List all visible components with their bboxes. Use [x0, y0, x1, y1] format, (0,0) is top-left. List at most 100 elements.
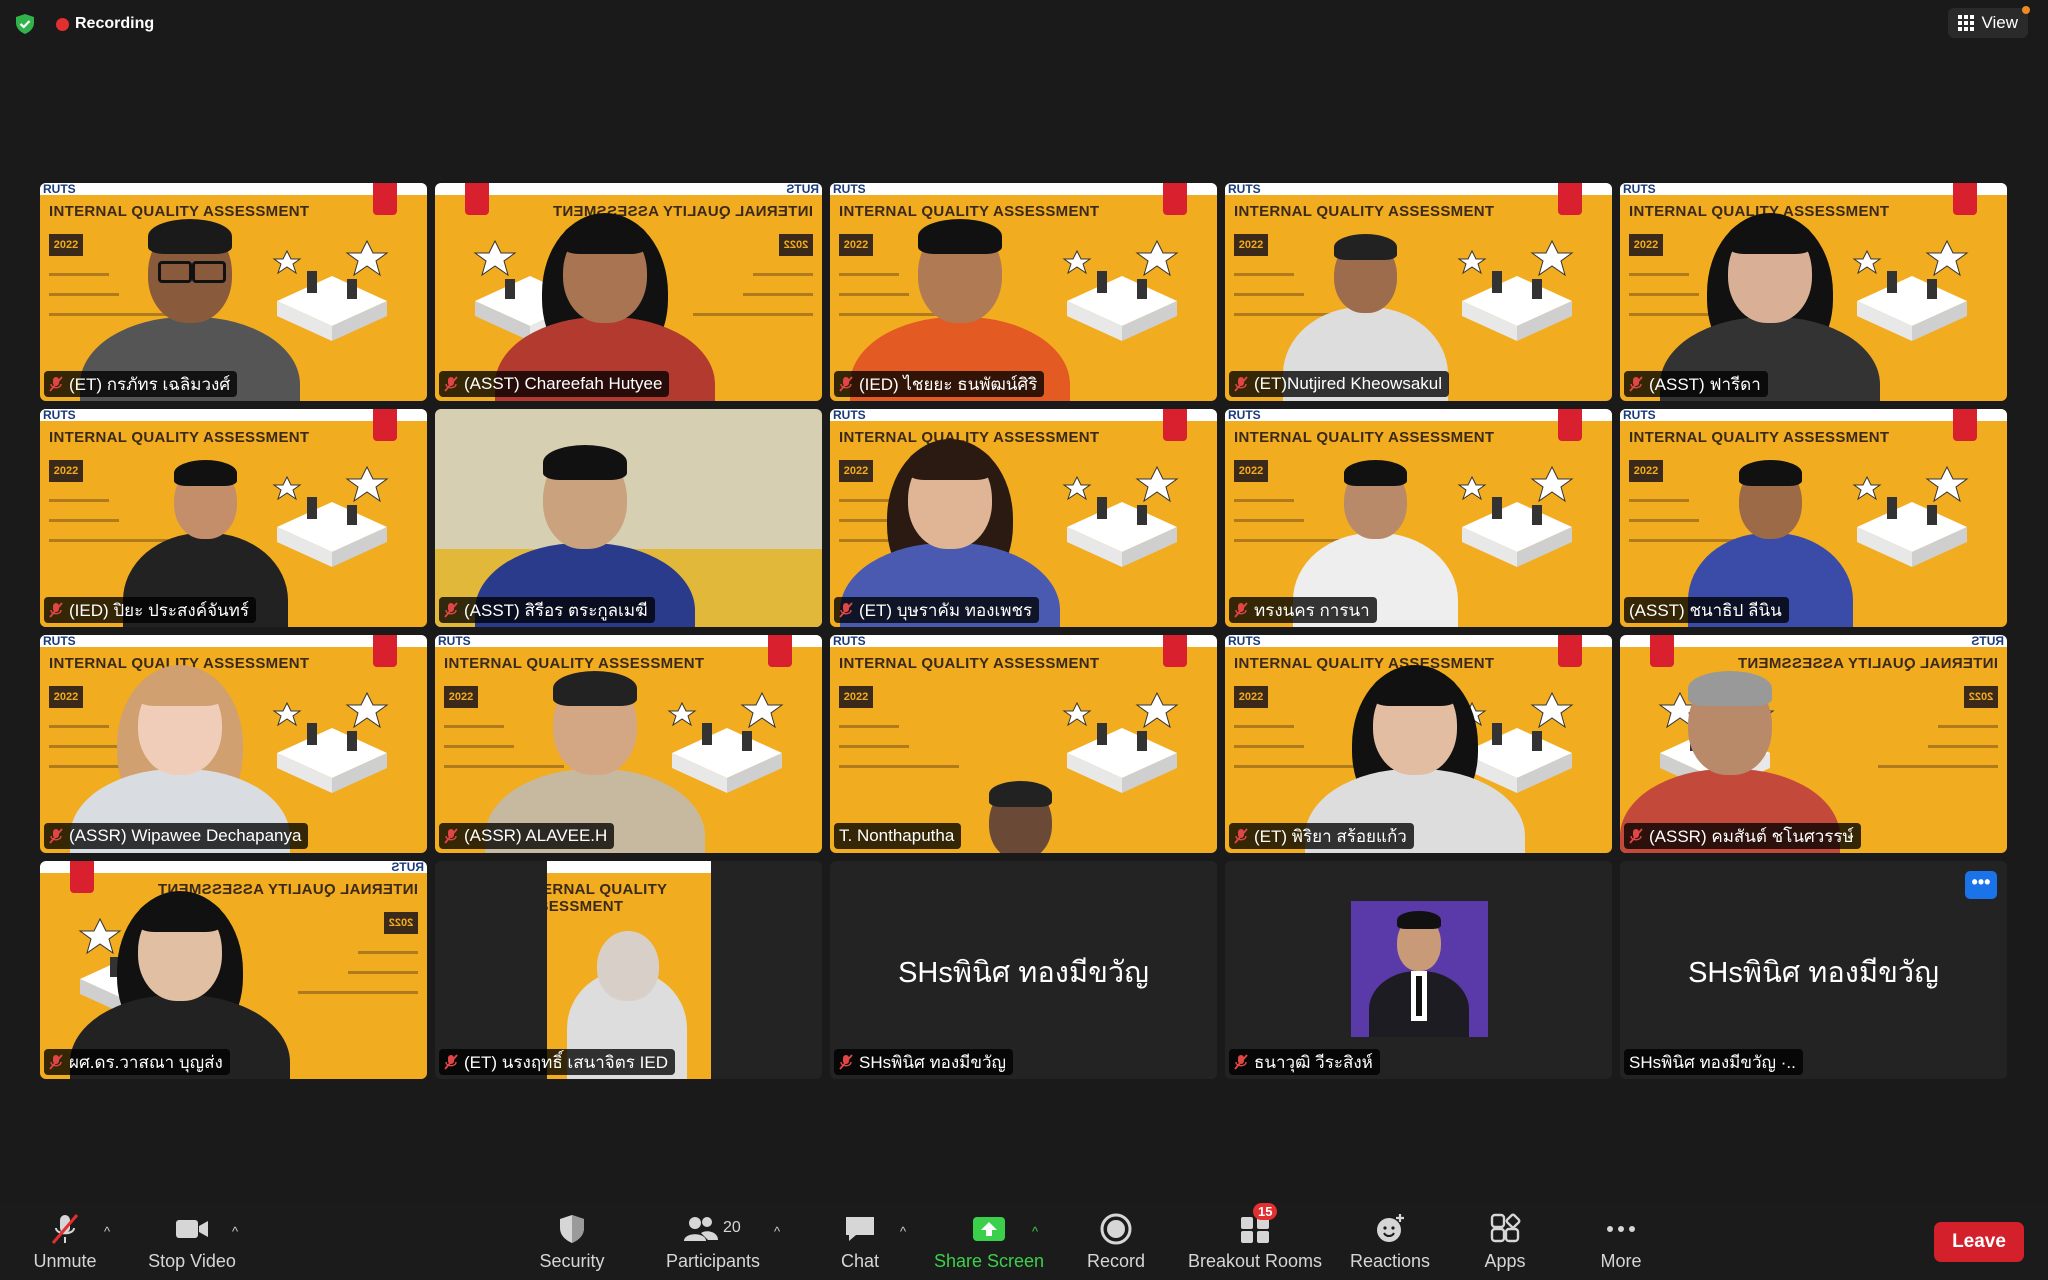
slide-year: 2022: [444, 686, 478, 708]
muted-microphone-icon: [51, 1214, 79, 1244]
recording-indicator[interactable]: Recording: [56, 13, 154, 35]
share-screen-label: Share Screen: [933, 1251, 1045, 1271]
slide-title: INTERNAL QUALITY ASSESSMENT: [1234, 203, 1495, 220]
participant-name: (ET) นรงฤทธิ์ เสนาจิตร IED: [464, 1052, 668, 1072]
muted-microphone-icon: [1234, 1054, 1248, 1070]
view-label: View: [1981, 13, 2018, 32]
slide-title: INTERNAL QUALITY ASSESSMENT: [1629, 429, 1890, 446]
participants-button[interactable]: 20 Participants: [660, 1204, 766, 1280]
participant-name: T. Nonthaputha: [839, 826, 955, 845]
slide-year: 2022: [1964, 686, 1998, 708]
participant-tile[interactable]: RUTS INTERNAL QUALITY ASSESSMENT 2022 (IED)…: [830, 183, 1217, 401]
muted-microphone-icon: [839, 1054, 853, 1070]
record-button[interactable]: Record: [1082, 1204, 1150, 1280]
participant-tile[interactable]: RUTS INTERNAL QUALITY ASSESSMENT 2022 T. No…: [830, 635, 1217, 853]
muted-microphone-icon: [49, 376, 63, 392]
participant-tile[interactable]: SHsพินิศ ทองมีขวัญ SHsพินิศ ทองมีขวัญ: [830, 861, 1217, 1079]
unmute-button[interactable]: Unmute: [22, 1204, 108, 1280]
participant-name-label: (ASST) ฟารีดา: [1624, 371, 1768, 397]
slide-brand: RUTS: [1971, 635, 2004, 648]
slide-year: 2022: [1234, 234, 1268, 256]
slide-title: INTERNAL QUALITY ASSESSMENT: [839, 203, 1100, 220]
participant-tile[interactable]: RUTS INTERNAL QUALITY ASSESSMENT 2022 ทรงนค…: [1225, 409, 1612, 627]
more-dots-icon: [1607, 1226, 1635, 1232]
muted-microphone-icon: [49, 1054, 63, 1070]
security-shield-icon[interactable]: [14, 13, 36, 35]
participant-tile[interactable]: RUTS INTERNAL QUALITY ASSESSMENT 2022 (IED)…: [40, 409, 427, 627]
security-label: Security: [539, 1251, 605, 1271]
participant-name: (IED) ปิยะ ประสงค์จันทร์: [69, 600, 250, 620]
muted-microphone-icon: [49, 602, 63, 618]
share-screen-button[interactable]: Share Screen: [932, 1204, 1046, 1280]
view-button[interactable]: View: [1948, 6, 2030, 38]
more-button[interactable]: More: [1594, 1204, 1648, 1280]
breakout-rooms-label: Breakout Rooms: [1187, 1251, 1323, 1271]
participant-name-label: (ET) พิริยา สร้อยแก้ว: [1229, 823, 1414, 849]
reactions-button[interactable]: Reactions: [1346, 1204, 1434, 1280]
chat-options-chevron-icon[interactable]: ^: [900, 1224, 910, 1239]
muted-microphone-icon: [444, 1054, 458, 1070]
participants-icon: [684, 1217, 718, 1241]
participant-tile[interactable]: RUTS INTERNAL QUALITY ASSESSMENT 2022 (ASSR…: [435, 635, 822, 853]
security-button[interactable]: Security: [532, 1204, 612, 1280]
leave-button[interactable]: Leave: [1934, 1222, 2024, 1262]
participant-tile[interactable]: RUTS INTERNAL QUALITY ASSESSMENT 2022 ผศ.ดร…: [40, 861, 427, 1079]
participant-name: (ET) กรภัทร เฉลิมวงศ์: [69, 374, 231, 394]
more-options-button[interactable]: •••: [1965, 871, 1997, 899]
participant-tile[interactable]: RUTS INTERNAL QUALITY ASSESSMENT 2022 (ET) …: [1225, 635, 1612, 853]
stop-video-button[interactable]: Stop Video: [140, 1204, 244, 1280]
video-options-chevron-icon[interactable]: ^: [232, 1224, 242, 1239]
slide-brand: RUTS: [833, 635, 866, 648]
slide-title: INTERNAL QUALITY ASSESSMENT: [49, 203, 310, 220]
slide-year: 2022: [1234, 460, 1268, 482]
slide-brand: RUTS: [1228, 635, 1261, 648]
muted-microphone-icon: [1234, 828, 1248, 844]
apps-button[interactable]: Apps: [1476, 1204, 1534, 1280]
slide-year: 2022: [1629, 234, 1663, 256]
partial-video: INTERNAL QUALITY ASSESSMENT: [547, 861, 711, 1079]
participant-tile[interactable]: INTERNAL QUALITY ASSESSMENT (ET) นรงฤทธิ์…: [435, 861, 822, 1079]
participant-name: (ASST) ฟารีดา: [1649, 374, 1761, 394]
participant-tile[interactable]: ธนาวุฒิ วีระสิงห์: [1225, 861, 1612, 1079]
participants-count: 20: [723, 1219, 741, 1236]
chat-button[interactable]: Chat: [830, 1204, 890, 1280]
isometric-illustration: [1062, 465, 1179, 567]
slide-year: 2022: [1234, 686, 1268, 708]
participant-tile[interactable]: RUTS INTERNAL QUALITY ASSESSMENT 2022 (ASST…: [1620, 183, 2007, 401]
muted-microphone-icon: [1629, 376, 1643, 392]
participant-tile[interactable]: RUTS INTERNAL QUALITY ASSESSMENT 2022 (ASST…: [1620, 409, 2007, 627]
slide-brand: RUTS: [438, 635, 471, 648]
slide-brand: RUTS: [1228, 409, 1261, 422]
participant-tile[interactable]: RUTS INTERNAL QUALITY ASSESSMENT 2022 (ASSR…: [1620, 635, 2007, 853]
slide-brand: RUTS: [1228, 183, 1261, 196]
share-options-chevron-icon[interactable]: ^: [1032, 1224, 1042, 1239]
participant-name: (ET) พิริยา สร้อยแก้ว: [1254, 826, 1407, 846]
participant-name: ธนาวุฒิ วีระสิงห์: [1254, 1052, 1373, 1072]
participant-tile[interactable]: RUTS INTERNAL QUALITY ASSESSMENT 2022 (ET) …: [40, 183, 427, 401]
slide-brand: RUTS: [833, 409, 866, 422]
isometric-illustration: [1852, 465, 1969, 567]
breakout-rooms-badge: 15: [1253, 1203, 1278, 1220]
muted-microphone-icon: [444, 376, 458, 392]
participant-tile[interactable]: RUTS INTERNAL QUALITY ASSESSMENT 2022 (ET)N…: [1225, 183, 1612, 401]
slide-title: INTERNAL QUALITY ASSESSMENT: [1234, 655, 1495, 672]
participant-name: SHsพินิศ ทองมีขวัญ: [859, 1052, 1007, 1072]
participants-options-chevron-icon[interactable]: ^: [774, 1224, 784, 1239]
participant-tile[interactable]: RUTS INTERNAL QUALITY ASSESSMENT 2022 (ASSR…: [40, 635, 427, 853]
participants-label: Participants: [665, 1251, 761, 1271]
participant-name-label: (IED) ไชยยะ ธนพัฒน์ศิริ: [834, 371, 1045, 397]
participant-name-label: (IED) ปิยะ ประสงค์จันทร์: [44, 597, 257, 623]
participant-name-label: (ASSR) ALAVEE.H: [439, 823, 615, 849]
audio-options-chevron-icon[interactable]: ^: [104, 1224, 114, 1239]
muted-microphone-icon: [1629, 828, 1643, 844]
participant-tile[interactable]: RUTS INTERNAL QUALITY ASSESSMENT 2022 (ASST…: [435, 183, 822, 401]
muted-microphone-icon: [839, 376, 853, 392]
participant-tile[interactable]: (ASST) สิรีอร ตระกูลเมฆี: [435, 409, 822, 627]
participant-tile[interactable]: SHsพินิศ ทองมีขวัญ ••• SHsพินิศ ทองมีขวัญ …: [1620, 861, 2007, 1079]
participant-name: ผศ.ดร.วาสณา บุญส่ง: [69, 1052, 223, 1072]
participant-tile[interactable]: RUTS INTERNAL QUALITY ASSESSMENT 2022 (ET) …: [830, 409, 1217, 627]
isometric-illustration: [1062, 239, 1179, 341]
participant-display-name: SHsพินิศ ทองมีขวัญ: [1688, 957, 1939, 989]
top-bar: Recording View: [0, 0, 2048, 48]
breakout-rooms-button[interactable]: 15 Breakout Rooms: [1186, 1203, 1324, 1280]
